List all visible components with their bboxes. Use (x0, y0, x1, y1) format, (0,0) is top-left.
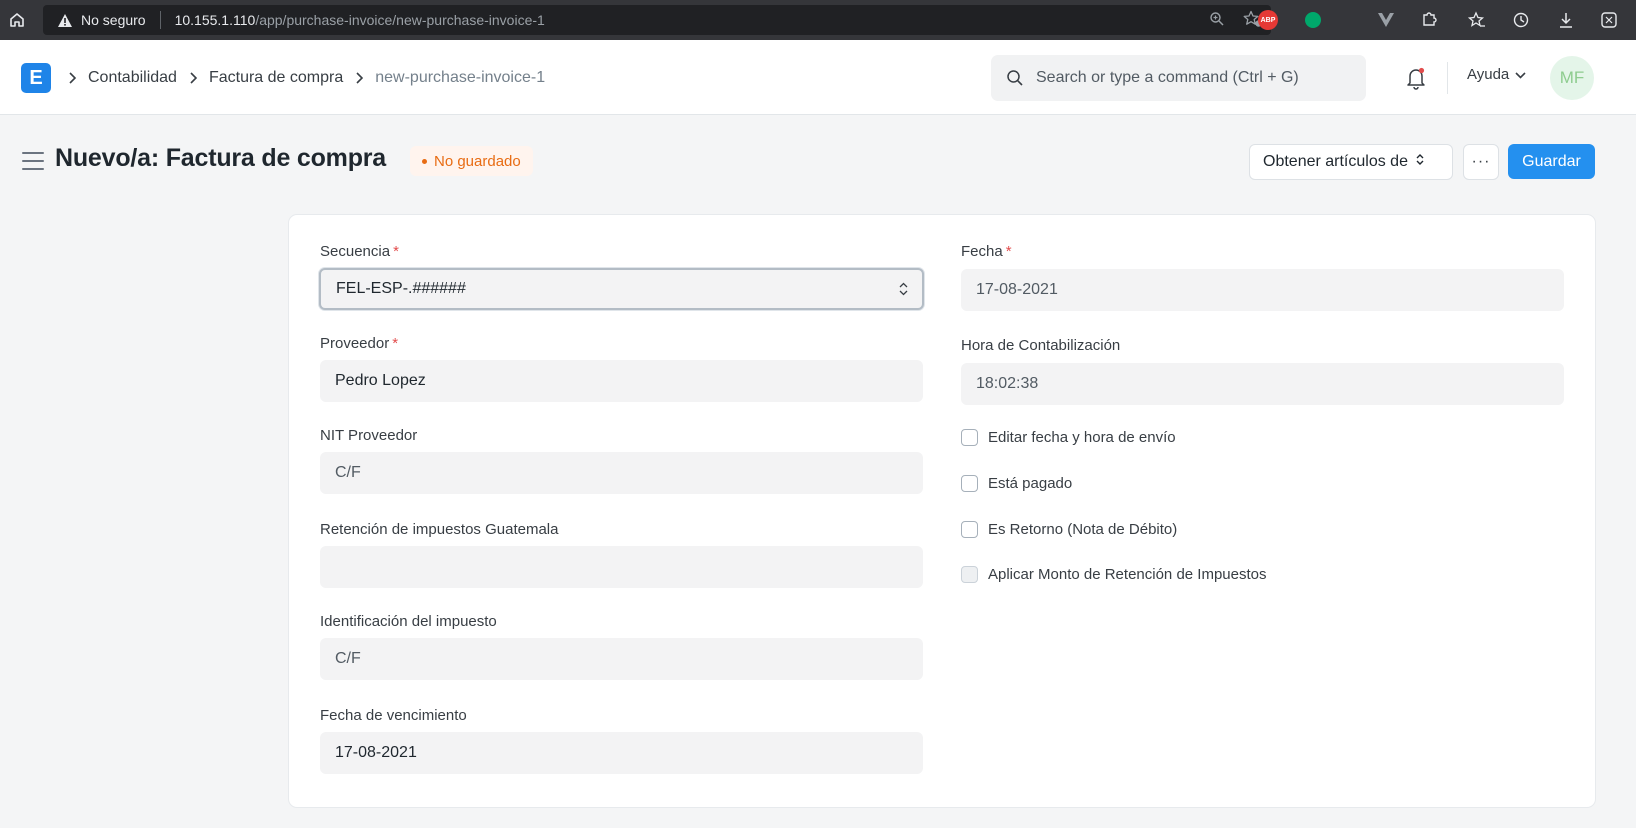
breadcrumb-contabilidad[interactable]: Contabilidad (88, 69, 177, 87)
tax-id-input[interactable]: C/F (320, 638, 923, 680)
supplier-label: Proveedor * (320, 335, 399, 352)
supplier-input[interactable]: Pedro Lopez (320, 360, 923, 402)
status-dot (422, 158, 427, 164)
due-date-label: Fecha de vencimiento (320, 707, 467, 724)
is-paid-checkbox[interactable]: Está pagado (961, 475, 1072, 492)
tax-withholding-label: Retención de impuestos Guatemala (320, 521, 559, 538)
search-input[interactable] (1036, 69, 1336, 87)
naming-series-value: FEL-ESP-.###### (336, 280, 466, 297)
breadcrumb: Contabilidad Factura de compra new-purch… (66, 66, 555, 90)
apply-tds-checkbox: Aplicar Monto de Retención de Impuestos (961, 566, 1267, 583)
posting-date-label: Fecha * (961, 243, 1012, 260)
get-items-label: Obtener artículos de (1263, 153, 1408, 170)
home-icon[interactable] (2, 5, 32, 35)
naming-series-select[interactable]: FEL-ESP-.###### (319, 268, 924, 310)
tax-id-field: Identificación del impuesto (320, 613, 497, 633)
posting-time-label: Hora de Contabilización (961, 337, 1121, 354)
due-date-input[interactable]: 17-08-2021 (320, 732, 923, 774)
favorites-icon[interactable] (1468, 8, 1486, 32)
breadcrumb-current[interactable]: new-purchase-invoice-1 (375, 69, 545, 87)
history-icon[interactable] (1512, 8, 1530, 32)
checkbox[interactable] (961, 521, 978, 538)
app-navbar: E Contabilidad Factura de compra new-pur… (0, 40, 1636, 115)
checkbox[interactable] (961, 429, 978, 446)
select-caret-icon (899, 281, 908, 297)
naming-series-field: Secuencia * (320, 243, 399, 263)
set-posting-time-checkbox[interactable]: Editar fecha y hora de envío (961, 429, 1176, 446)
user-avatar[interactable]: MF (1550, 56, 1594, 100)
page-title: Nuevo/a: Factura de compra (55, 144, 387, 172)
chevron-right-icon (355, 72, 364, 84)
tax-withholding-field: Retención de impuestos Guatemala (320, 521, 558, 541)
checkbox[interactable] (961, 475, 978, 492)
supplier-nit-label: NIT Proveedor (320, 427, 418, 444)
awesomebar-search[interactable] (991, 55, 1366, 101)
is-return-checkbox[interactable]: Es Retorno (Nota de Débito) (961, 521, 1177, 538)
chevron-right-icon (189, 72, 197, 84)
divider (159, 11, 161, 29)
more-actions-button[interactable]: ··· (1463, 144, 1499, 180)
status-label: No guardado (434, 152, 521, 170)
download-icon[interactable] (1557, 8, 1575, 32)
checkbox-label: Es Retorno (Nota de Débito) (988, 521, 1178, 538)
warning-icon (57, 13, 73, 28)
url-path: /app/purchase-invoice/new-purchase-invoi… (255, 12, 545, 28)
checkbox (961, 566, 978, 583)
help-dropdown[interactable]: Ayuda (1467, 66, 1526, 83)
posting-time-input[interactable]: 18:02:38 (961, 363, 1564, 405)
supplier-field: Proveedor * (320, 335, 398, 355)
form-card: Secuencia * FEL-ESP-.###### Proveedor * Pe… (288, 214, 1596, 808)
vue-extension-icon[interactable] (1377, 8, 1395, 32)
screenshot-icon[interactable] (1600, 8, 1618, 32)
due-date-field: Fecha de vencimiento (320, 707, 467, 727)
tax-withholding-input[interactable] (320, 546, 923, 588)
adblock-icon[interactable]: ABP (1258, 8, 1278, 32)
posting-time-field: Hora de Contabilización (961, 337, 1120, 357)
status-badge: No guardado (410, 146, 533, 176)
browser-toolbar: No seguro 10.155.1.110/app/purchase-invo… (0, 0, 1636, 40)
sidebar-toggle-icon[interactable] (22, 152, 44, 170)
posting-date-input[interactable]: 17-08-2021 (961, 269, 1564, 311)
checkbox-label: Está pagado (988, 475, 1073, 492)
supplier-nit-field: NIT Proveedor (320, 427, 417, 447)
supplier-nit-input[interactable]: C/F (320, 452, 923, 494)
address-bar[interactable]: No seguro 10.155.1.110/app/purchase-invo… (43, 5, 1271, 35)
save-button[interactable]: Guardar (1508, 144, 1595, 179)
zoom-icon[interactable] (1209, 11, 1225, 30)
breadcrumb-factura-de-compra[interactable]: Factura de compra (209, 69, 343, 87)
url-host: 10.155.1.110 (174, 12, 256, 28)
select-caret-icon (1416, 153, 1424, 171)
chevron-down-icon (1515, 66, 1526, 83)
checkbox-label: Editar fecha y hora de envío (988, 429, 1176, 446)
get-items-from-button[interactable]: Obtener artículos de (1249, 144, 1453, 180)
app-logo[interactable]: E (21, 63, 51, 93)
security-label[interactable]: No seguro (81, 12, 146, 28)
chevron-right-icon (68, 72, 76, 84)
extensions-puzzle-icon[interactable] (1420, 8, 1438, 32)
help-label: Ayuda (1467, 66, 1510, 83)
posting-date-field: Fecha * (961, 243, 1012, 263)
shield-extension-icon[interactable] (1305, 8, 1321, 32)
navbar-divider (1447, 62, 1448, 94)
naming-series-label: Secuencia * (320, 243, 399, 260)
search-icon (1006, 69, 1024, 87)
tax-id-label: Identificación del impuesto (320, 613, 497, 630)
checkbox-label: Aplicar Monto de Retención de Impuestos (988, 566, 1267, 583)
notifications-bell-icon[interactable] (1403, 64, 1429, 92)
